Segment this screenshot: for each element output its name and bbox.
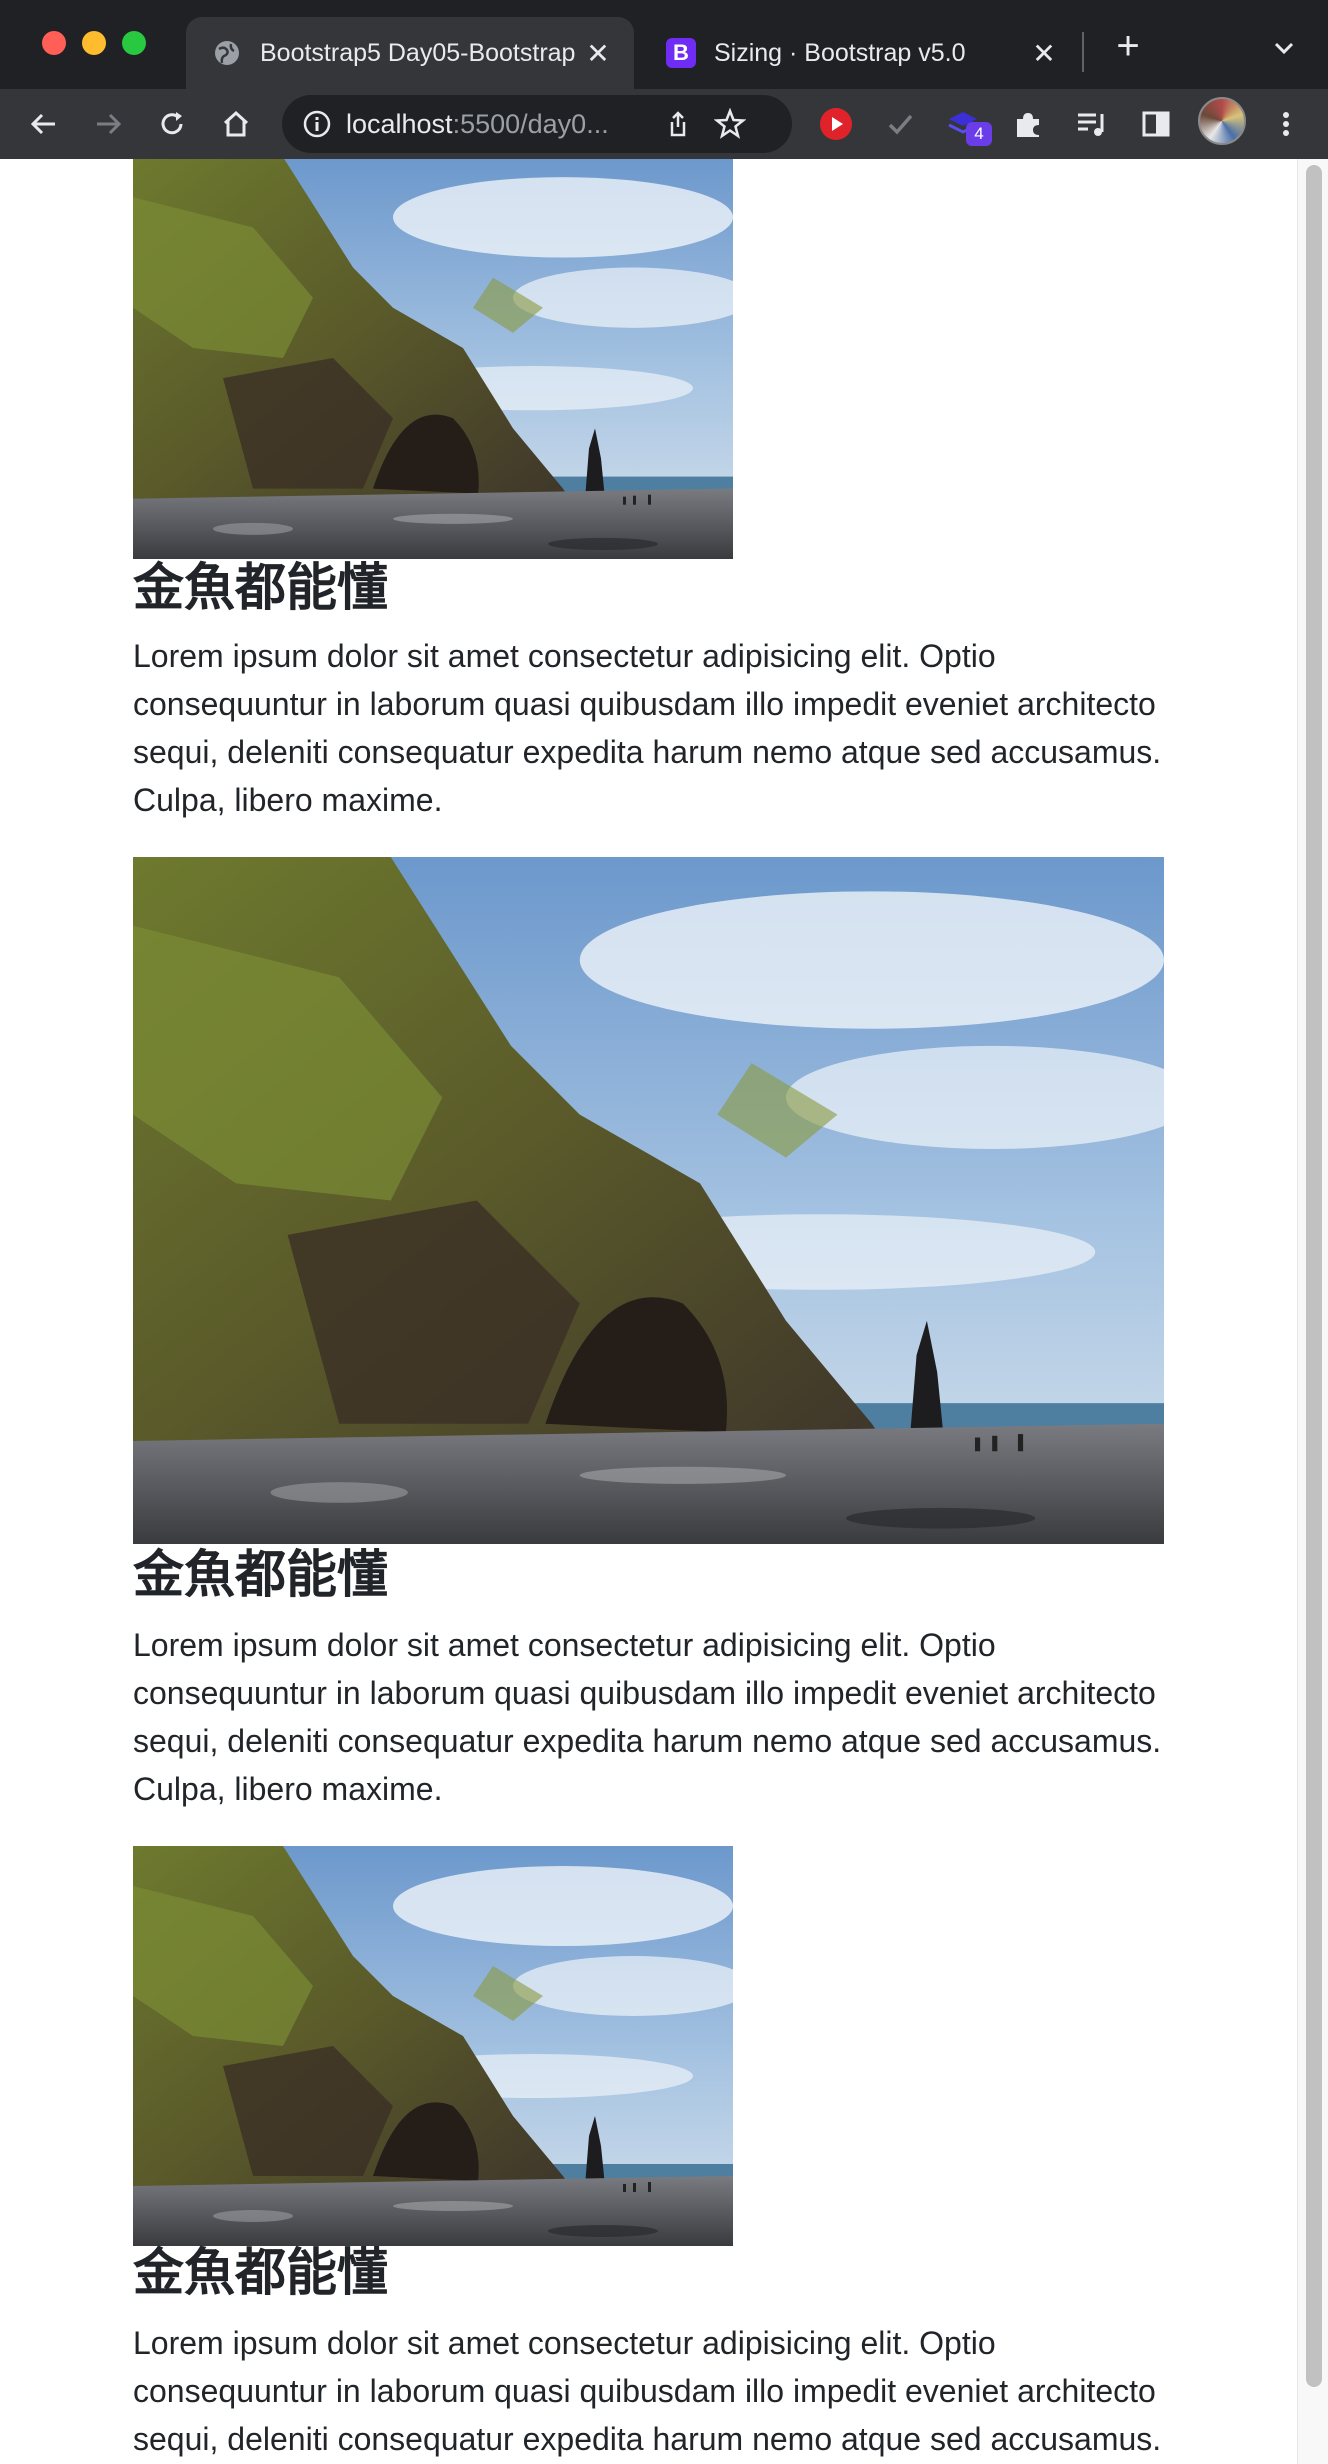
browser-toolbar: localhost:5500/day0... xyxy=(0,89,1328,160)
card-image xyxy=(133,159,733,559)
card-image xyxy=(133,857,1164,1544)
reload-icon xyxy=(161,112,183,135)
card-title: 金魚都能懂 xyxy=(133,1546,389,1605)
url-text[interactable]: localhost:5500/day0... xyxy=(346,109,646,140)
vertical-scrollbar[interactable] xyxy=(1297,159,1328,2464)
card-title: 金魚都能懂 xyxy=(133,559,389,618)
side-panel-icon[interactable] xyxy=(1132,100,1180,148)
checkmark-extension-icon[interactable] xyxy=(876,100,924,148)
bootstrap-favicon-letter: B xyxy=(666,38,696,68)
address-bar[interactable]: localhost:5500/day0... xyxy=(282,95,792,153)
arrow-right-icon xyxy=(97,113,122,135)
card-image xyxy=(133,1846,733,2246)
window-close-button[interactable] xyxy=(42,31,66,55)
puzzle-extensions-icon[interactable] xyxy=(1004,100,1052,148)
card-text: Lorem ipsum dolor sit amet consectetur a… xyxy=(133,1627,1162,1807)
tab-title: Sizing · Bootstrap v5.0 xyxy=(714,38,966,67)
bootstrap-logo-icon: B xyxy=(666,38,696,68)
reload-button[interactable] xyxy=(148,100,196,148)
site-info-icon[interactable] xyxy=(302,109,332,139)
youtube-extension-icon[interactable] xyxy=(812,100,860,148)
new-tab-button[interactable]: + xyxy=(1108,26,1148,66)
tab-title: Bootstrap5 Day05-Bootstrap xyxy=(260,38,576,67)
home-button[interactable] xyxy=(212,100,260,148)
scrollbar-thumb[interactable] xyxy=(1306,165,1322,2387)
share-icon[interactable] xyxy=(658,104,698,144)
browser-tab-bar: Bootstrap5 Day05-Bootstrap ✕ B Sizing · … xyxy=(0,0,1328,89)
profile-avatar[interactable] xyxy=(1198,97,1246,145)
url-path: :5500/day0... xyxy=(452,108,609,139)
tab-close-icon[interactable]: ✕ xyxy=(1030,37,1058,70)
globe-icon xyxy=(212,38,242,68)
page-viewport: 金魚都能懂 Lorem ipsum dolor sit amet consect… xyxy=(0,159,1328,2464)
back-button[interactable] xyxy=(20,100,68,148)
bookmark-star-icon[interactable] xyxy=(710,104,750,144)
tab-bootstrap-sizing[interactable]: B Sizing · Bootstrap v5.0 ✕ xyxy=(640,17,1080,89)
tab-bootstrap-day05[interactable]: Bootstrap5 Day05-Bootstrap ✕ xyxy=(186,17,634,89)
window-minimize-button[interactable] xyxy=(82,31,106,55)
tab-divider xyxy=(1082,32,1084,72)
home-icon xyxy=(223,110,249,137)
card-title: 金魚都能懂 xyxy=(133,2244,389,2303)
tab-search-chevron-icon[interactable] xyxy=(1266,30,1302,66)
kebab-menu-icon[interactable] xyxy=(1262,100,1310,148)
extension-count-badge: 4 xyxy=(966,122,992,146)
url-host: localhost xyxy=(346,108,453,139)
media-control-icon[interactable] xyxy=(1068,100,1116,148)
tab-close-icon[interactable]: ✕ xyxy=(584,37,612,70)
window-maximize-button[interactable] xyxy=(122,31,146,55)
card-text: Lorem ipsum dolor sit amet consectetur a… xyxy=(133,2325,1162,2457)
arrow-left-icon xyxy=(30,113,55,135)
forward-button[interactable] xyxy=(84,100,132,148)
card-text: Lorem ipsum dolor sit amet consectetur a… xyxy=(133,638,1162,818)
